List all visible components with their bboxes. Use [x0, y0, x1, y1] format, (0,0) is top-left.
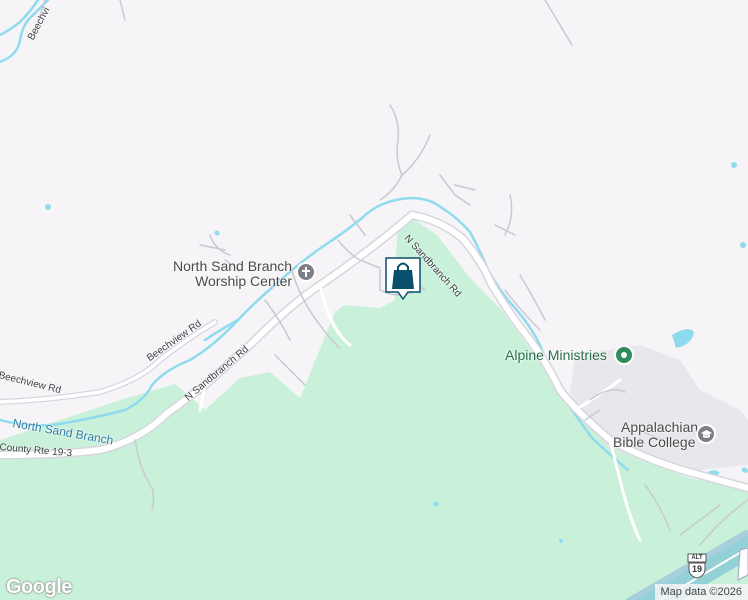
listing-marker[interactable]	[384, 256, 422, 301]
map-base-layer	[0, 0, 748, 600]
poi-label-worship-center[interactable]: North Sand Branch Worship Center	[173, 259, 292, 289]
poi-label-appalachian-line1: Appalachian	[621, 419, 699, 435]
church-cross-icon[interactable]	[296, 262, 316, 282]
place-pin-icon[interactable]	[614, 345, 634, 365]
graduation-cap-icon[interactable]	[696, 424, 716, 444]
map-attribution[interactable]: Map data ©2026	[654, 584, 748, 600]
map-canvas[interactable]: N Sandbranch Rd N Sandbranch Rd Beechvie…	[0, 0, 748, 600]
google-logo: Google	[6, 576, 72, 598]
poi-label-appalachian-line2: Bible College	[613, 434, 696, 450]
route-shield-number: 19	[691, 564, 702, 574]
route-shield: ALT 19	[687, 553, 707, 579]
poi-label-appalachian[interactable]: Appalachian Bible College	[613, 420, 698, 450]
poi-label-alpine-ministries[interactable]: Alpine Ministries	[505, 348, 607, 363]
route-shield-alt: ALT	[691, 555, 703, 561]
poi-label-worship-center-line1: North Sand Branch	[173, 258, 293, 274]
shopping-bag-icon	[385, 257, 421, 301]
poi-label-worship-center-line2: Worship Center	[195, 273, 293, 289]
